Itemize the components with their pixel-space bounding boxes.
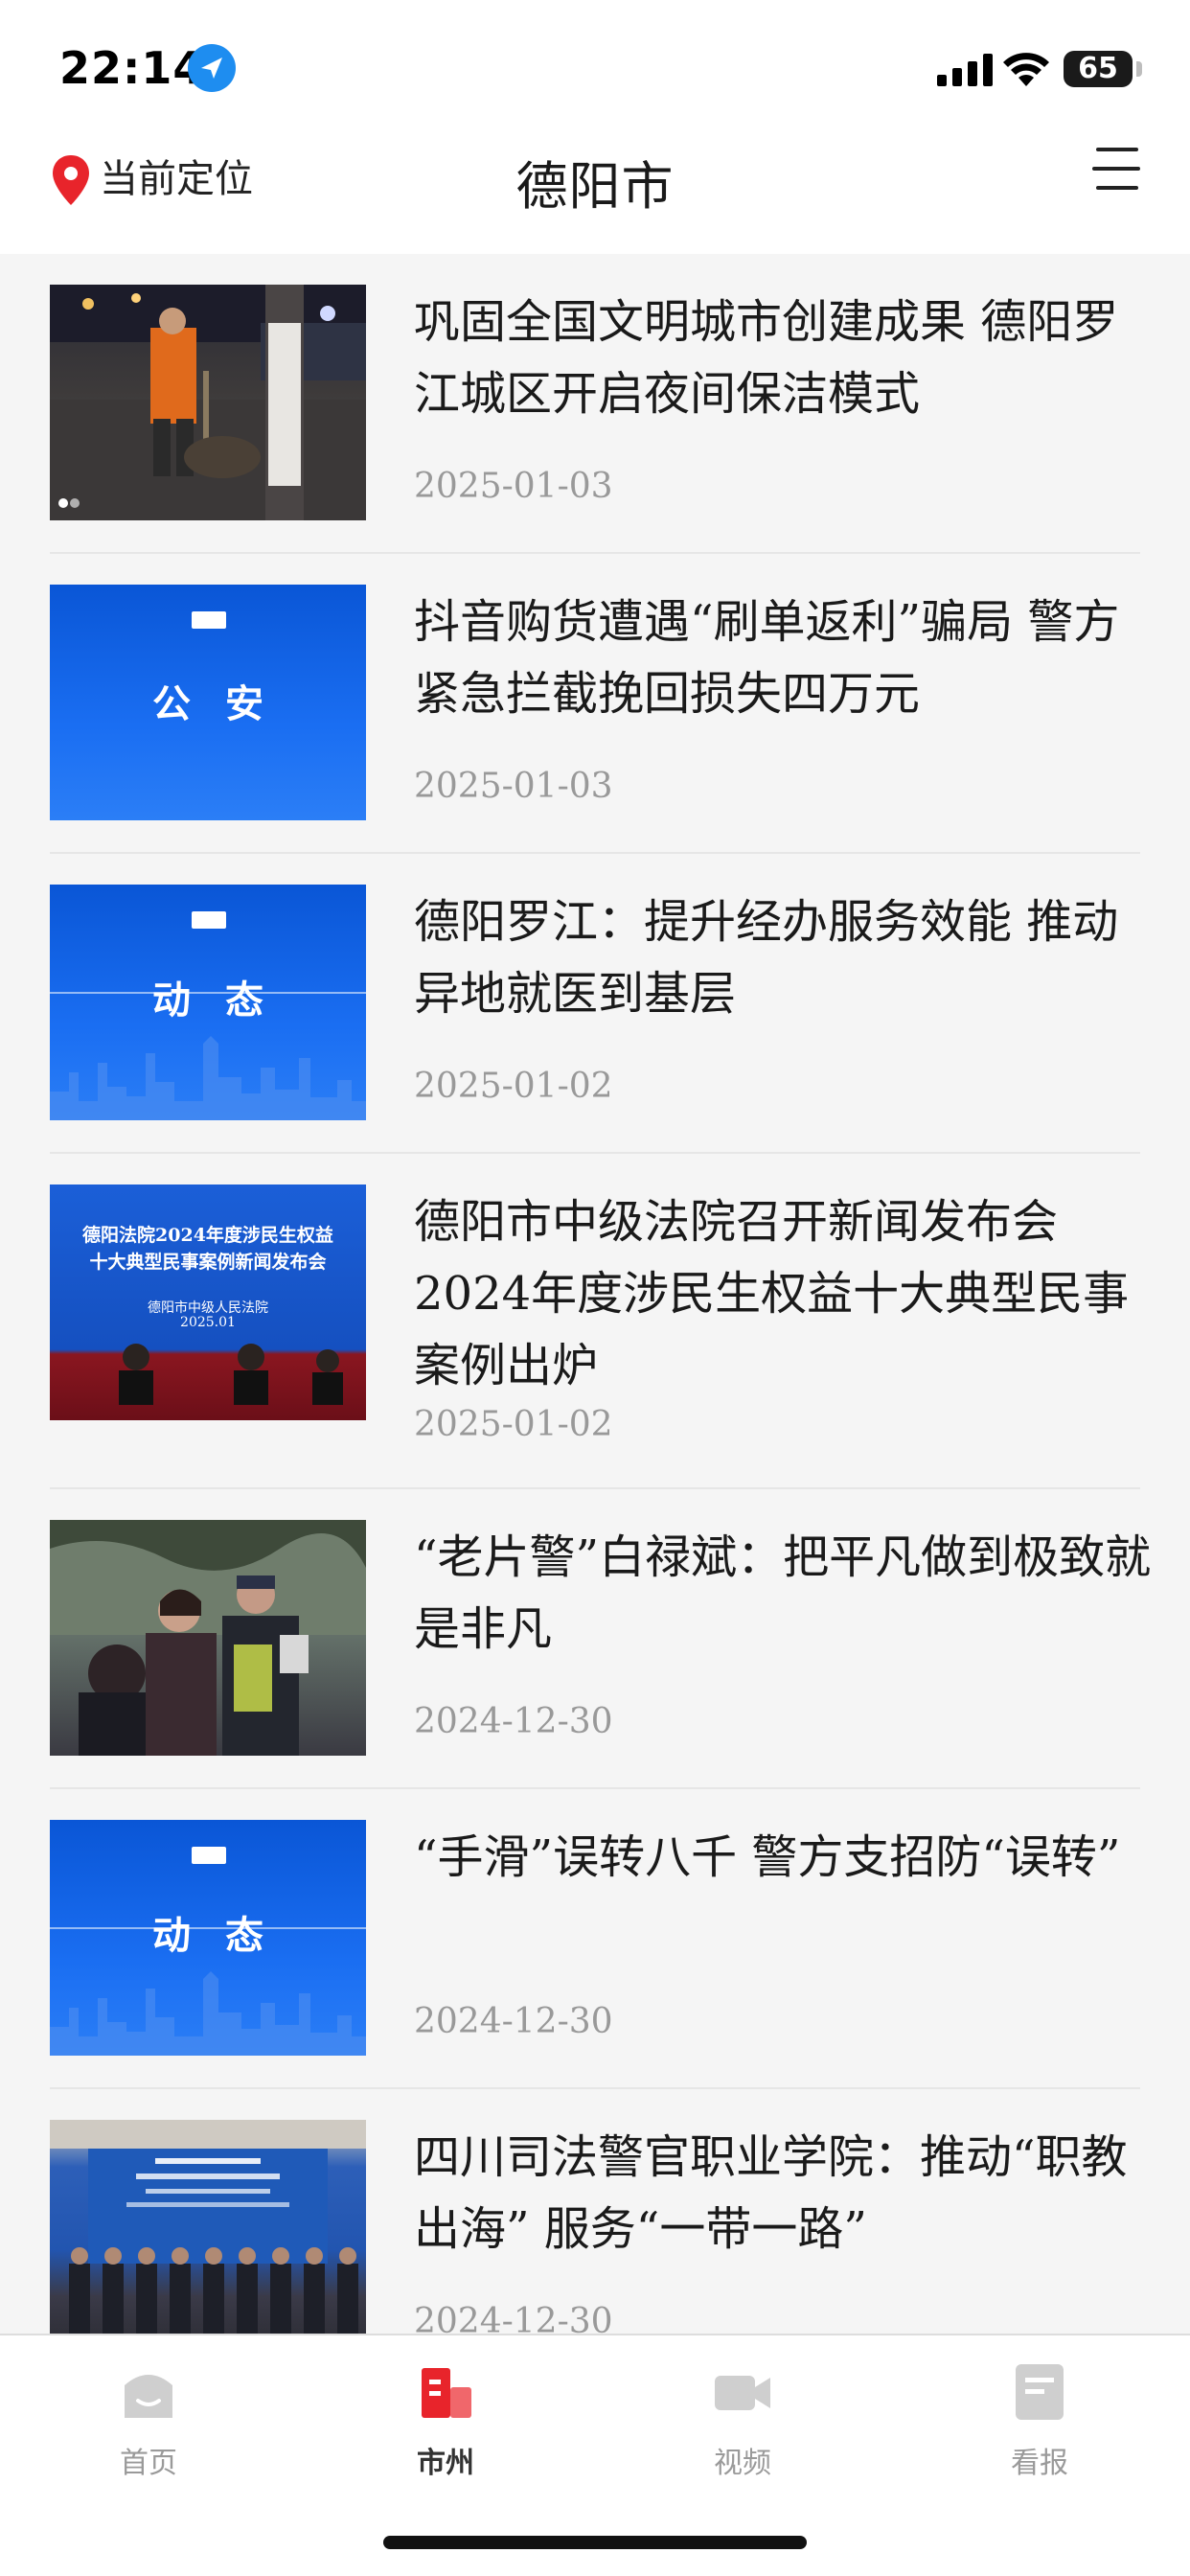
news-title: 巩固全国文明城市创建成果 德阳罗江城区开启夜间保洁模式: [414, 295, 1119, 421]
news-thumbnail: 动态: [50, 885, 366, 1120]
battery-indicator: 65: [1064, 51, 1133, 87]
cellular-signal-icon: [937, 54, 993, 86]
video-icon: [715, 2376, 770, 2410]
news-list: 巩固全国文明城市创建成果 德阳罗江城区开启夜间保洁模式 2025-01-03 公…: [0, 254, 1190, 2334]
news-thumbnail: 德阳法院2024年度涉民生权益 十大典型民事案例新闻发布会 德阳市中级人民法院 …: [50, 1184, 366, 1420]
tab-label: 市州: [417, 2447, 474, 2480]
news-date: 2025-01-02: [414, 1405, 613, 1444]
tab-label: 首页: [120, 2447, 177, 2480]
news-thumbnail: [50, 2120, 366, 2334]
page-title: 德阳市: [515, 156, 675, 217]
news-title: 德阳罗江：提升经办服务效能 推动异地就医到基层: [414, 895, 1119, 1021]
news-item[interactable]: 巩固全国文明城市创建成果 德阳罗江城区开启夜间保洁模式 2025-01-03: [50, 254, 1140, 554]
news-title: 四川司法警官职业学院：推动“职教出海” 服务“一带一路”: [414, 2130, 1128, 2256]
news-item[interactable]: 德阳法院2024年度涉民生权益 十大典型民事案例新闻发布会 德阳市中级人民法院 …: [50, 1154, 1140, 1489]
news-title: “手滑”误转八千 警方支招防“误转”: [414, 1830, 1121, 1884]
status-bar: 22:14 65: [0, 0, 1190, 144]
tab-city[interactable]: 市州: [297, 2355, 594, 2489]
news-thumbnail: [50, 285, 366, 520]
thumbnail-caption: 德阳市中级人民法院: [148, 1300, 268, 1316]
news-thumbnail: 公安: [50, 585, 366, 820]
status-time: 22:14: [59, 42, 205, 94]
tab-video[interactable]: 视频: [594, 2355, 891, 2489]
news-item[interactable]: 四川司法警官职业学院：推动“职教出海” 服务“一带一路” 2024-12-30: [50, 2089, 1140, 2334]
tab-home[interactable]: 首页: [0, 2355, 297, 2489]
home-indicator[interactable]: [383, 2536, 807, 2549]
news-date: 2024-12-30: [414, 2302, 613, 2334]
news-date: 2025-01-03: [414, 467, 613, 506]
news-date: 2024-12-30: [414, 2002, 613, 2041]
thumbnail-caption: 十大典型民事案例新闻发布会: [89, 1252, 327, 1273]
news-date: 2024-12-30: [414, 1702, 613, 1741]
app-header: 当前定位 德阳市: [0, 144, 1190, 254]
location-arrow-icon: [188, 44, 236, 92]
tab-label: 视频: [714, 2447, 771, 2480]
thumbnail-label: 动态: [152, 978, 298, 1023]
tab-label: 看报: [1011, 2447, 1068, 2480]
thumbnail-logo: [192, 1847, 226, 1864]
home-icon: [125, 2375, 172, 2418]
news-title: “老片警”白禄斌：把平凡做到极致就是非凡: [414, 1530, 1152, 1656]
battery-cap: [1136, 61, 1142, 77]
news-item[interactable]: 公安 抖音购货遭遇“刷单返利”骗局 警方紧急拦截挽回损失四万元 2025-01-…: [50, 554, 1140, 854]
newspaper-icon: [1016, 2364, 1064, 2420]
news-thumbnail: 动态: [50, 1820, 366, 2056]
thumbnail-caption: 德阳法院2024年度涉民生权益: [82, 1225, 333, 1246]
news-title: 抖音购货遭遇“刷单返利”骗局 警方紧急拦截挽回损失四万元: [414, 595, 1120, 721]
tab-newspaper[interactable]: 看报: [891, 2355, 1188, 2489]
wifi-icon: [1003, 53, 1049, 86]
thumbnail-label: 动态: [152, 1914, 298, 1958]
news-item[interactable]: 动态 “手滑”误转八千 警方支招防“误转” 2024-12-30: [50, 1789, 1140, 2089]
news-item[interactable]: “老片警”白禄斌：把平凡做到极致就是非凡 2024-12-30: [50, 1489, 1151, 1789]
thumbnail-logo: [192, 611, 226, 629]
city-icon: [422, 2368, 471, 2418]
news-date: 2025-01-03: [414, 767, 613, 806]
news-date: 2025-01-02: [414, 1067, 613, 1106]
news-title: 德阳市中级法院召开新闻发布会 2024年度涉民生权益十大典型民事案例出炉: [414, 1195, 1130, 1392]
news-thumbnail: [50, 1520, 366, 1756]
thumbnail-logo: [192, 911, 226, 929]
thumbnail-label: 公安: [152, 682, 298, 726]
news-item[interactable]: 动态 德阳罗江：提升经办服务效能 推动异地就医到基层 2025-01-02: [50, 854, 1140, 1154]
menu-icon[interactable]: [1092, 144, 1140, 194]
